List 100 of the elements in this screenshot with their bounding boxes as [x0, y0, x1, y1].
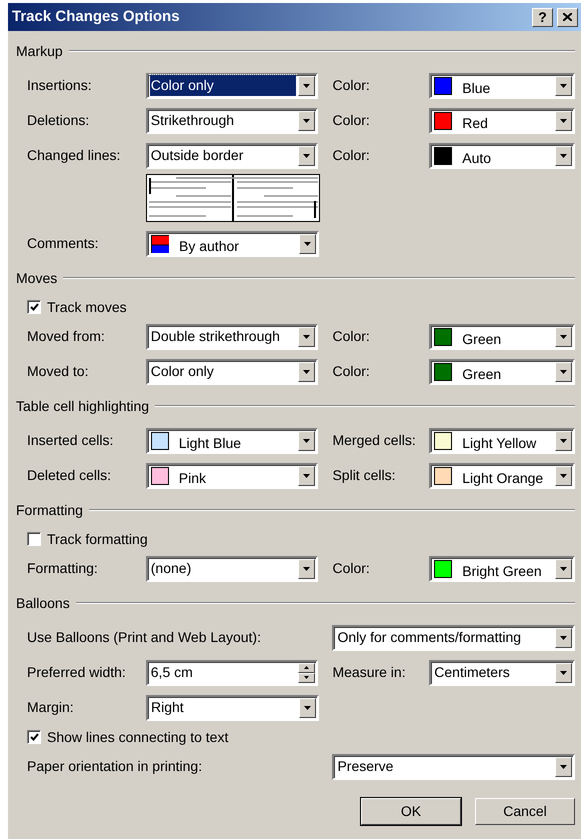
dropdown[interactable]: Preserve	[332, 754, 575, 780]
check-icon	[30, 733, 38, 741]
dropdown-button[interactable]	[298, 146, 316, 166]
field-label: Color:	[332, 76, 371, 95]
checkbox[interactable]: Track moves	[27, 296, 127, 318]
caret-icon	[560, 636, 567, 640]
check-icon	[30, 303, 38, 311]
dropdown[interactable]: Strikethrough	[146, 108, 318, 134]
section-heading: Moves	[16, 268, 58, 288]
checkbox-box[interactable]	[27, 300, 41, 314]
field-label: Formatting:	[27, 559, 99, 578]
caret-icon	[303, 438, 310, 442]
spin-field[interactable]: 6,5 cm	[146, 660, 318, 686]
field-label: Deleted cells:	[27, 466, 112, 485]
dropdown-button[interactable]	[298, 326, 316, 346]
caret-icon	[560, 118, 567, 122]
dropdown[interactable]: By author	[146, 230, 319, 256]
dropdown-button[interactable]	[298, 430, 316, 450]
dropdown[interactable]: Blue	[429, 72, 575, 98]
spin-down-button[interactable]	[298, 672, 316, 682]
dropdown-button[interactable]	[555, 466, 572, 486]
dropdown-button[interactable]	[298, 76, 316, 96]
caret-icon	[303, 154, 310, 158]
dropdown-button[interactable]	[298, 466, 316, 486]
caret-icon	[304, 242, 311, 246]
dropdown[interactable]: (none)	[146, 556, 318, 582]
checkbox-box[interactable]	[27, 532, 41, 546]
field-label: Color:	[332, 559, 371, 578]
help-button[interactable]: ?	[532, 8, 553, 26]
close-button[interactable]	[557, 8, 578, 26]
caret-icon	[303, 370, 310, 374]
checkbox[interactable]: Show lines connecting to text	[27, 726, 228, 748]
dropdown-button[interactable]	[298, 362, 316, 382]
up-arrow-icon	[304, 666, 310, 669]
section-heading: Markup	[16, 42, 63, 61]
dropdown[interactable]: Red	[429, 108, 575, 134]
field-label: Comments:	[27, 234, 100, 253]
dropdown[interactable]: Only for comments/formatting	[332, 624, 575, 650]
dropdown[interactable]: Green	[429, 358, 575, 384]
caret-icon	[560, 474, 567, 478]
section-heading: Formatting	[16, 500, 83, 520]
dropdown[interactable]: Light Orange	[429, 462, 575, 488]
field-label: Margin:	[27, 698, 75, 717]
section-heading: Table cell highlighting	[16, 396, 150, 416]
caret-icon	[560, 334, 567, 338]
field-label: Measure in:	[332, 663, 407, 682]
dropdown-button[interactable]	[555, 110, 572, 130]
field-label: Moved from:	[27, 327, 106, 346]
dropdown[interactable]: Green	[429, 324, 575, 350]
field-label: Changed lines:	[27, 146, 122, 165]
section-heading: Balloons	[16, 594, 70, 612]
field-label: Insertions:	[27, 76, 93, 95]
dropdown-button[interactable]	[555, 628, 572, 648]
dropdown[interactable]: Light Blue	[146, 428, 318, 454]
caret-icon	[303, 566, 310, 570]
close-icon	[563, 13, 572, 21]
caret-icon	[560, 764, 567, 768]
dropdown-button[interactable]	[298, 110, 316, 130]
caret-icon	[560, 84, 567, 88]
dropdown-button[interactable]	[555, 756, 572, 776]
field-label: Deletions:	[27, 111, 90, 130]
field-label: Paper orientation in printing:	[27, 757, 204, 776]
dropdown[interactable]: Outside border	[146, 142, 318, 168]
dropdown[interactable]: Double strikethrough	[146, 324, 318, 350]
dropdown-button[interactable]	[555, 146, 572, 166]
dropdown-button[interactable]	[555, 662, 572, 682]
dropdown-button[interactable]	[298, 558, 316, 578]
dialog-button[interactable]: Cancel	[475, 798, 575, 825]
dropdown[interactable]: Pink	[146, 462, 318, 488]
dropdown-button[interactable]	[299, 234, 316, 254]
field-label: Inserted cells:	[27, 431, 114, 450]
caret-icon	[560, 438, 567, 442]
field-label: Color:	[332, 362, 371, 381]
dropdown[interactable]: Right	[146, 694, 319, 720]
author-colors-icon	[151, 234, 169, 252]
caret-icon	[303, 118, 310, 122]
dropdown[interactable]: Color only	[146, 358, 318, 384]
dropdown-button[interactable]	[299, 698, 316, 718]
field-label: Color:	[332, 327, 371, 346]
caret-icon	[304, 706, 311, 710]
caret-icon	[560, 566, 567, 570]
dropdown[interactable]: Color only	[146, 72, 318, 98]
checkbox-box[interactable]	[27, 730, 41, 744]
spin-up-button[interactable]	[298, 662, 316, 672]
caret-icon	[303, 84, 310, 88]
dropdown-button[interactable]	[555, 430, 572, 450]
checkbox[interactable]: Track formatting	[27, 528, 148, 550]
dropdown[interactable]: Light Yellow	[429, 428, 575, 454]
dialog-button[interactable]: OK	[361, 798, 461, 825]
dropdown-button[interactable]	[555, 326, 572, 346]
caret-icon	[560, 370, 567, 374]
dropdown[interactable]: Bright Green	[429, 556, 575, 582]
dropdown-button[interactable]	[555, 76, 572, 96]
dropdown[interactable]: Centimeters	[429, 660, 575, 686]
field-label: Use Balloons (Print and Web Layout):	[27, 628, 262, 647]
caret-icon	[560, 670, 567, 674]
dropdown-button[interactable]	[555, 362, 572, 382]
dropdown-button[interactable]	[555, 558, 572, 578]
caret-icon	[560, 154, 567, 158]
dropdown[interactable]: Auto	[429, 142, 575, 168]
